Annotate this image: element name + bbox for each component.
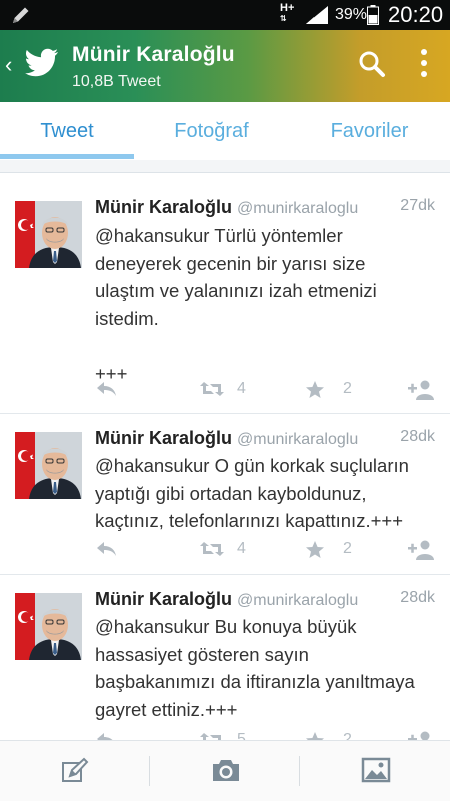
- retweet-icon: [200, 733, 221, 740]
- camera-button[interactable]: [150, 741, 300, 801]
- clock: 20:20: [388, 2, 444, 27]
- tweet-handle: @munirkaraloglu: [237, 592, 359, 609]
- compose-tweet-button[interactable]: [0, 741, 150, 801]
- search-icon[interactable]: [358, 50, 386, 83]
- compose-tweet-icon: [62, 757, 89, 782]
- signal-icon: [306, 6, 328, 29]
- star-icon: [306, 732, 324, 740]
- tweet-actions: 5 2: [0, 727, 450, 740]
- tweet-author[interactable]: Münir Karaloğlu @munirkaraloglu: [95, 428, 358, 449]
- retweet-count: 4: [237, 380, 246, 397]
- star-icon: [306, 381, 324, 398]
- avatar[interactable]: [15, 201, 82, 268]
- reply-icon: [97, 382, 116, 396]
- tweet-item[interactable]: Münir Karaloğlu @munirkaraloglu 28dk @ha…: [0, 414, 450, 575]
- camera-icon: [213, 760, 239, 781]
- avatar[interactable]: [15, 432, 82, 499]
- avatar[interactable]: [15, 593, 82, 660]
- profile-tabs: Tweet Fotoğraf Favoriler: [0, 102, 450, 161]
- gallery-icon: [361, 757, 391, 783]
- favorite-count: 2: [343, 731, 352, 740]
- tweet-text: @hakansukur O gün korkak suçluların yapt…: [95, 455, 409, 531]
- twitter-bird-icon[interactable]: [25, 48, 59, 83]
- status-bar: H+ ⇅ 39% 20:20: [0, 0, 450, 30]
- tweet-actions: 4 2: [0, 376, 450, 404]
- tweet-timeline[interactable]: Münir Karaloğlu @munirkaraloglu 27dk @ha…: [0, 160, 450, 740]
- tab-fotograf[interactable]: Fotoğraf: [134, 102, 289, 160]
- profile-name: Münir Karaloğlu: [72, 43, 235, 66]
- favorite-count: 2: [343, 380, 352, 397]
- reply-icon: [97, 542, 116, 556]
- add-user-icon: [408, 540, 434, 560]
- tweet-item[interactable]: Münir Karaloğlu @munirkaraloglu 28dk @ha…: [0, 575, 450, 740]
- retweet-count: 5: [237, 731, 246, 740]
- retweet-icon: [200, 382, 224, 396]
- tab-tweet[interactable]: Tweet: [0, 102, 134, 160]
- gallery-button[interactable]: [300, 741, 450, 801]
- tweet-author[interactable]: Münir Karaloğlu @munirkaraloglu: [95, 197, 358, 218]
- tweet-item[interactable]: Münir Karaloğlu @munirkaraloglu 27dk @ha…: [0, 173, 450, 414]
- battery-percent: 39%: [335, 6, 368, 23]
- profile-action-bar: ‹ Münir Karaloğlu 10,8B Tweet: [0, 30, 450, 102]
- tweet-text: @hakansukur Bu konuya büyük hassasiyet g…: [95, 616, 415, 720]
- back-arrow-icon[interactable]: ‹: [5, 54, 12, 76]
- pen-notification-icon: [10, 4, 32, 31]
- tweet-actions: 4 2: [0, 536, 450, 564]
- tweet-count: 10,8B Tweet: [72, 73, 161, 90]
- retweet-count: 4: [237, 540, 246, 557]
- tweet-text: @hakansukur Türlü yöntemler deneyerek ge…: [95, 225, 377, 384]
- tweet-time: 28dk: [400, 589, 435, 606]
- favorite-count: 2: [343, 540, 352, 557]
- tweet-time: 28dk: [400, 428, 435, 445]
- add-user-icon: [408, 380, 434, 400]
- overflow-menu-icon[interactable]: [420, 48, 428, 85]
- reply-icon: [97, 733, 113, 740]
- tweet-handle: @munirkaraloglu: [237, 431, 359, 448]
- bottom-action-bar: [0, 740, 450, 801]
- timeline-gap: [0, 160, 450, 173]
- selected-tab-indicator: [0, 154, 134, 159]
- star-icon: [306, 541, 324, 558]
- tab-favoriler[interactable]: Favoriler: [289, 102, 450, 160]
- add-user-icon: [408, 731, 430, 740]
- tweet-handle: @munirkaraloglu: [237, 200, 359, 217]
- network-type: H+ ⇅: [280, 2, 295, 24]
- battery-icon: [367, 5, 379, 30]
- tweet-time: 27dk: [400, 197, 435, 214]
- tweet-author[interactable]: Münir Karaloğlu @munirkaraloglu: [95, 589, 358, 610]
- retweet-icon: [200, 542, 224, 556]
